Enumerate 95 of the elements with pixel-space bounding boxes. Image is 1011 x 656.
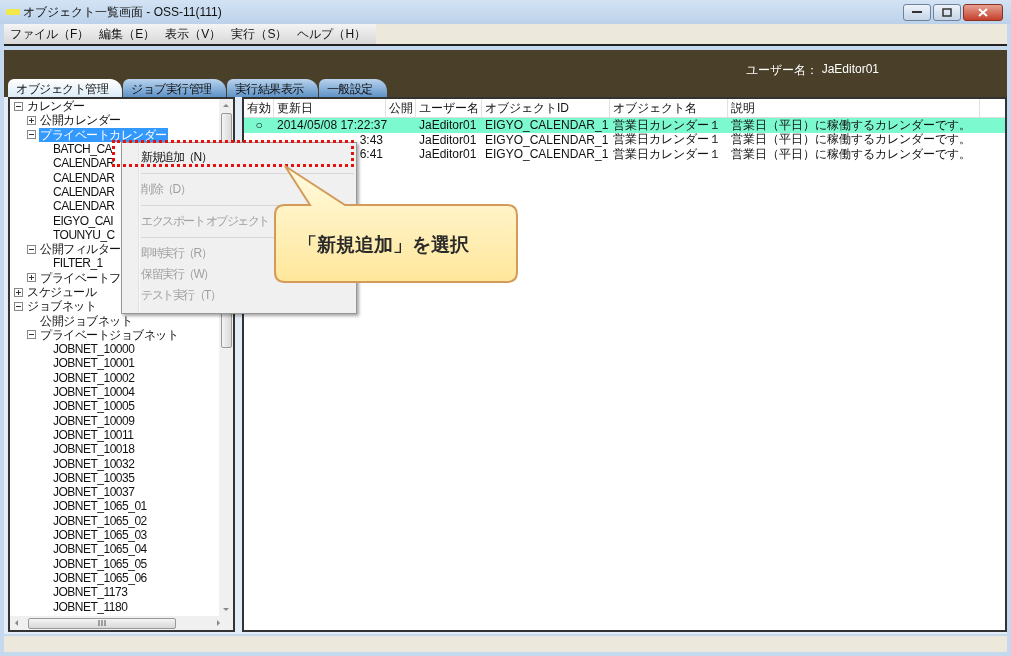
menu-item[interactable]: ヘルプ（H） [297, 26, 367, 42]
minimize-button[interactable] [903, 3, 931, 21]
table-cell-text: 営業日（平日）に稼働するカレンダーです。 [731, 131, 971, 148]
tree-item[interactable]: TOUNYU_C [52, 227, 116, 242]
maximize-button[interactable] [933, 3, 961, 21]
table-cell: 2014/05/08 17:22:37 [277, 118, 388, 133]
maximize-icon [942, 7, 952, 17]
scroll-right-icon[interactable] [217, 620, 220, 626]
tree-item[interactable]: CALENDAR [52, 199, 116, 214]
tree-item[interactable]: JOBNET_10002 [52, 370, 136, 385]
table-cell: ○ [255, 118, 263, 133]
tree-item[interactable]: JOBNET_1065_06 [52, 570, 148, 585]
tree-item[interactable]: JOBNET_1065_05 [52, 556, 148, 571]
tree-item[interactable]: 公開フィルター [39, 242, 122, 257]
collapse-icon[interactable] [27, 130, 36, 140]
user-label: ユーザー名： [745, 62, 818, 79]
window-title: オブジェクト一覧画面 - OSS-11(111) [23, 3, 222, 21]
tree-item[interactable]: CALENDAR [52, 156, 116, 171]
close-button[interactable] [963, 3, 1003, 21]
column-header[interactable]: オブジェクト名 [610, 99, 728, 117]
collapse-icon[interactable] [27, 330, 36, 340]
table-cell: JaEditor01 [419, 147, 477, 162]
collapse-icon[interactable] [14, 101, 23, 111]
scroll-up-icon[interactable] [223, 104, 229, 107]
table-cell: JaEditor01 [419, 132, 477, 147]
tree-item[interactable]: JOBNET_10000 [52, 342, 136, 357]
tree-item[interactable]: JOBNET_10004 [52, 385, 136, 400]
tree-item[interactable]: JOBNET_10032 [52, 456, 136, 471]
column-header[interactable]: ユーザー名 [416, 99, 482, 117]
tree-item[interactable]: CALENDAR [52, 170, 116, 185]
table-cell-text: 営業日カレンダー１ [613, 131, 721, 148]
app-icon [6, 8, 20, 16]
horizontal-scrollbar[interactable] [10, 616, 233, 630]
tree-item[interactable]: JOBNET_10018 [52, 442, 136, 457]
tree-item[interactable]: JOBNET_1065_04 [52, 542, 148, 557]
column-header[interactable]: 有効 [244, 99, 274, 117]
menu-item[interactable]: 実行（S） [231, 26, 288, 42]
menu-item[interactable]: 新規追加（N） [141, 150, 212, 165]
column-header[interactable]: オブジェクトID [482, 99, 610, 117]
scroll-left-icon[interactable] [15, 620, 18, 626]
tree-item[interactable]: カレンダー [26, 99, 86, 114]
menu-item[interactable]: ファイル（F） [10, 26, 90, 42]
tree-item[interactable]: BATCH_CA [52, 142, 114, 157]
tree-item[interactable]: JOBNET_10005 [52, 399, 136, 414]
tree-item[interactable]: プライベートフ [39, 270, 122, 285]
callout-text: 「新規追加」を選択 [298, 233, 469, 257]
tree-item[interactable]: JOBNET_1173 [52, 585, 129, 600]
scroll-thumb[interactable] [28, 617, 176, 629]
table-cell: EIGYO_CALENDAR_1 [485, 147, 609, 162]
tree-item[interactable]: JOBNET_10011 [52, 427, 135, 442]
table-cell: EIGYO_CALENDAR_1 [485, 118, 609, 133]
expand-icon[interactable] [27, 273, 36, 283]
tree-item[interactable]: ジョブネット [26, 299, 97, 314]
close-icon [978, 7, 988, 17]
expand-icon[interactable] [14, 287, 23, 297]
tree-item[interactable]: JOBNET_10037 [52, 485, 136, 500]
tree-item[interactable]: JOBNET_10035 [52, 470, 136, 485]
expand-icon[interactable] [27, 115, 36, 125]
table-row[interactable]: ○ 2014/05/08 17:22:37 JaEditor01 EIGYO_CALENDAR_1 営業日カレンダー１ 営業日（平日）に稼働するカレンダーです。 [244, 118, 1005, 133]
tree-item[interactable]: FILTER_1 [52, 256, 104, 271]
tab[interactable]: ジョブ実行管理 [123, 79, 226, 97]
table-cell: 3:43 [359, 132, 383, 147]
menu-item[interactable]: 表示（V） [165, 26, 222, 42]
tree-item[interactable]: JOBNET_10009 [52, 413, 136, 428]
column-header[interactable]: 公開 [386, 99, 416, 117]
column-header[interactable]: 更新日 [274, 99, 386, 117]
tree-item[interactable]: 公開カレンダー [39, 113, 122, 128]
tree-item[interactable]: EIGYO_CAI [52, 213, 115, 228]
tree-item[interactable]: JOBNET_1180 [52, 599, 129, 614]
tree-item[interactable]: スケジュール [26, 285, 97, 299]
table-cell: EIGYO_CALENDAR_1 [485, 132, 609, 147]
collapse-icon[interactable] [27, 244, 36, 254]
tree-item[interactable]: 公開ジョブネット [39, 313, 133, 328]
tree-item[interactable]: JOBNET_10001 [52, 356, 136, 371]
scroll-down-icon[interactable] [223, 608, 229, 611]
tree-item[interactable]: CALENDAR [52, 184, 116, 199]
tree-item[interactable]: JOBNET_1065_02 [52, 513, 148, 528]
minimize-icon [912, 10, 922, 14]
table-cell-text: 営業日（平日）に稼働するカレンダーです。 [731, 116, 971, 133]
table-cell: JaEditor01 [419, 118, 477, 133]
tree-item[interactable]: JOBNET_1065_01 [52, 499, 148, 514]
tab[interactable]: 一般設定 [318, 79, 387, 97]
table-cell-text: 営業日カレンダー１ [613, 116, 721, 133]
collapse-icon[interactable] [14, 301, 23, 311]
menu-item[interactable]: 編集（E） [99, 26, 156, 42]
column-header[interactable]: 説明 [728, 99, 980, 117]
tab[interactable]: 実行結果表示 [226, 79, 318, 97]
table-cell: 営業日（平日）に稼働するカレンダーです。 [731, 145, 971, 163]
user-name: JaEditor01 [821, 62, 879, 78]
tab[interactable]: オブジェクト管理 [8, 79, 122, 97]
tree-item[interactable]: JOBNET_1065_03 [52, 528, 148, 543]
table-cell: 6:41 [359, 147, 383, 162]
grip-icon [98, 620, 106, 626]
tree-item[interactable]: プライベートジョブネット [39, 327, 179, 342]
table-cell: 営業日カレンダー１ [613, 145, 721, 163]
